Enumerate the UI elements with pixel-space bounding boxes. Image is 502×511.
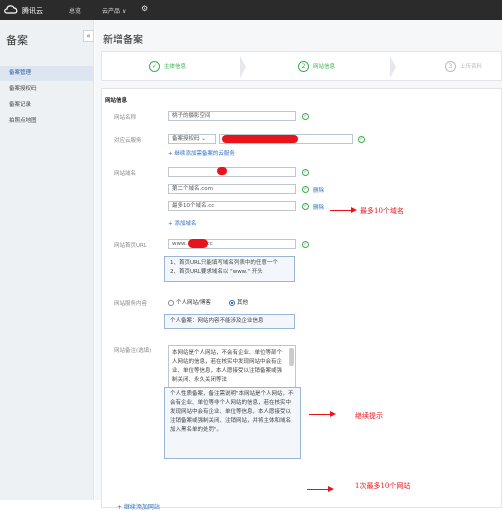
- site-name-input[interactable]: 桃子的摄影空间: [168, 111, 296, 121]
- valid-check-icon: ✓: [302, 186, 309, 193]
- service-option-personal[interactable]: 个人网站/博客: [168, 298, 211, 306]
- service-content-tip: 个人备案：网站内容不能涉及企业信息: [164, 314, 295, 329]
- add-domain-link[interactable]: + 添加域名: [168, 219, 196, 227]
- cloud-service-label: 对应云服务: [114, 138, 142, 144]
- remark-text: 本网站是个人网站，不会有企业、单位等部个人网站的信息，若在核实中发现网站中会有企…: [172, 350, 283, 383]
- step-1: ✓ 主体信息: [149, 61, 186, 72]
- valid-check-icon: ✓: [358, 136, 365, 143]
- nav-overview[interactable]: 总览: [69, 6, 81, 15]
- cloud-service-select[interactable]: 备案授权码 ⌄: [168, 134, 216, 144]
- service-option-other-label: 其他: [237, 300, 249, 306]
- annotation-arrowhead: [351, 207, 357, 213]
- annotation-arrow: [330, 210, 352, 211]
- cloud-service-select-value: 备案授权码: [172, 136, 200, 142]
- collapse-sidebar-button[interactable]: «: [83, 30, 94, 42]
- homepage-tip-2: 2、首页URL要求域名以 "www." 开头: [170, 269, 263, 275]
- sidebar-item-photo-map[interactable]: 拍照点地图: [0, 114, 93, 129]
- cloud-logo-icon: [4, 5, 18, 14]
- domain-2-input[interactable]: 第二个域名.com: [168, 184, 296, 194]
- redaction-mark: [222, 135, 298, 143]
- step-1-label: 主体信息: [164, 64, 187, 70]
- service-content-label: 网站服务内容: [114, 301, 148, 307]
- radio-selected-icon: [229, 299, 235, 306]
- valid-check-icon: ✓: [302, 169, 309, 176]
- annotation-arrow: [309, 414, 331, 415]
- step-separator: [240, 56, 246, 78]
- annotation-max-sites: 1次最多10个网站: [355, 482, 411, 490]
- gear-icon[interactable]: ⚙: [141, 4, 148, 13]
- domain-label: 网站域名: [114, 171, 137, 177]
- valid-check-icon: ✓: [302, 241, 309, 248]
- step-2: 2 网站信息: [298, 61, 335, 72]
- main-content: 新增备案 ✓ 主体信息 2 网站信息 3 上传资料 网站信息 网站名称 桃子的摄影空间…: [95, 20, 502, 511]
- remark-label: 网站备注(选填): [114, 348, 152, 354]
- step-3-number: 3: [445, 61, 456, 72]
- step-indicator: ✓ 主体信息 2 网站信息 3 上传资料: [101, 51, 502, 81]
- valid-check-icon: ✓: [302, 113, 309, 120]
- site-info-form: 网站信息 网站名称 桃子的摄影空间 ✓ 对应云服务 备案授权码 ⌄ ✓ + 继续…: [101, 88, 502, 511]
- service-option-personal-label: 个人网站/博客: [176, 300, 211, 306]
- sidebar-item-filing-management[interactable]: 备案管理: [0, 66, 93, 81]
- homepage-tip-1: 1、首页URL只能填写域名列表中的任意一个: [170, 260, 278, 266]
- step-2-label: 网站信息: [313, 64, 336, 70]
- sidebar-item-records[interactable]: 备案记录: [0, 98, 93, 113]
- section-title: 网站信息: [105, 98, 128, 104]
- add-cloud-service-link[interactable]: + 继续添加需备案的云服务: [168, 149, 235, 157]
- homepage-url-prefix: www.: [172, 241, 187, 247]
- page-title: 新增备案: [103, 35, 143, 46]
- textarea-scrollbar[interactable]: [289, 348, 294, 366]
- annotation-continue-tip: 继续提示: [355, 412, 383, 420]
- top-navbar: 腾讯云 总览 云产品 ∨ ⚙: [0, 0, 502, 20]
- redaction-mark: [217, 167, 227, 175]
- delete-domain-3-link[interactable]: 删除: [313, 203, 324, 211]
- delete-domain-2-link[interactable]: 删除: [313, 186, 324, 194]
- redaction-mark: [188, 239, 208, 248]
- nav-products[interactable]: 云产品 ∨: [102, 6, 126, 15]
- step-separator: [390, 56, 396, 78]
- chevron-down-icon: ∨: [121, 8, 127, 15]
- sidebar-title: 备案: [6, 34, 28, 47]
- remark-textarea[interactable]: 本网站是个人网站，不会有企业、单位等部个人网站的信息，若在核实中发现网站中会有企…: [168, 345, 296, 389]
- step-3: 3 上传资料: [445, 61, 482, 72]
- homepage-url-label: 网站首页URL: [114, 243, 147, 249]
- site-name-label: 网站名称: [114, 115, 137, 121]
- sidebar: 备案 « 备案管理 备案授权码 备案记录 拍照点地图: [0, 20, 94, 500]
- domain-1-input[interactable]: [168, 167, 296, 177]
- homepage-url-tip: 1、首页URL只能填写域名列表中的任意一个 2、首页URL要求域名以 "www.…: [164, 256, 295, 282]
- check-icon: ✓: [149, 61, 160, 72]
- add-site-link[interactable]: + 继续添加网站: [117, 502, 160, 511]
- nav-products-label: 云产品: [102, 8, 121, 15]
- step-3-label: 上传资料: [460, 64, 483, 70]
- radio-icon: [168, 299, 174, 306]
- annotation-max-domains: 最多10个域名: [360, 207, 404, 215]
- step-2-number: 2: [298, 61, 309, 72]
- annotation-arrowhead: [328, 486, 334, 492]
- brand-name[interactable]: 腾讯云: [22, 6, 43, 16]
- valid-check-icon: ✓: [302, 203, 309, 210]
- annotation-arrow: [307, 489, 329, 490]
- service-option-other[interactable]: 其他: [229, 298, 248, 306]
- sidebar-item-auth-code[interactable]: 备案授权码: [0, 82, 93, 97]
- remark-tip: 个人性质备案，备注需说明"本网站是个人网站，不会有企业、单位等非个人网站的信息，…: [164, 387, 301, 459]
- chevron-down-icon: ⌄: [201, 136, 206, 142]
- domain-3-input[interactable]: 最多10个域名.cc: [168, 201, 296, 211]
- annotation-arrowhead: [330, 411, 336, 417]
